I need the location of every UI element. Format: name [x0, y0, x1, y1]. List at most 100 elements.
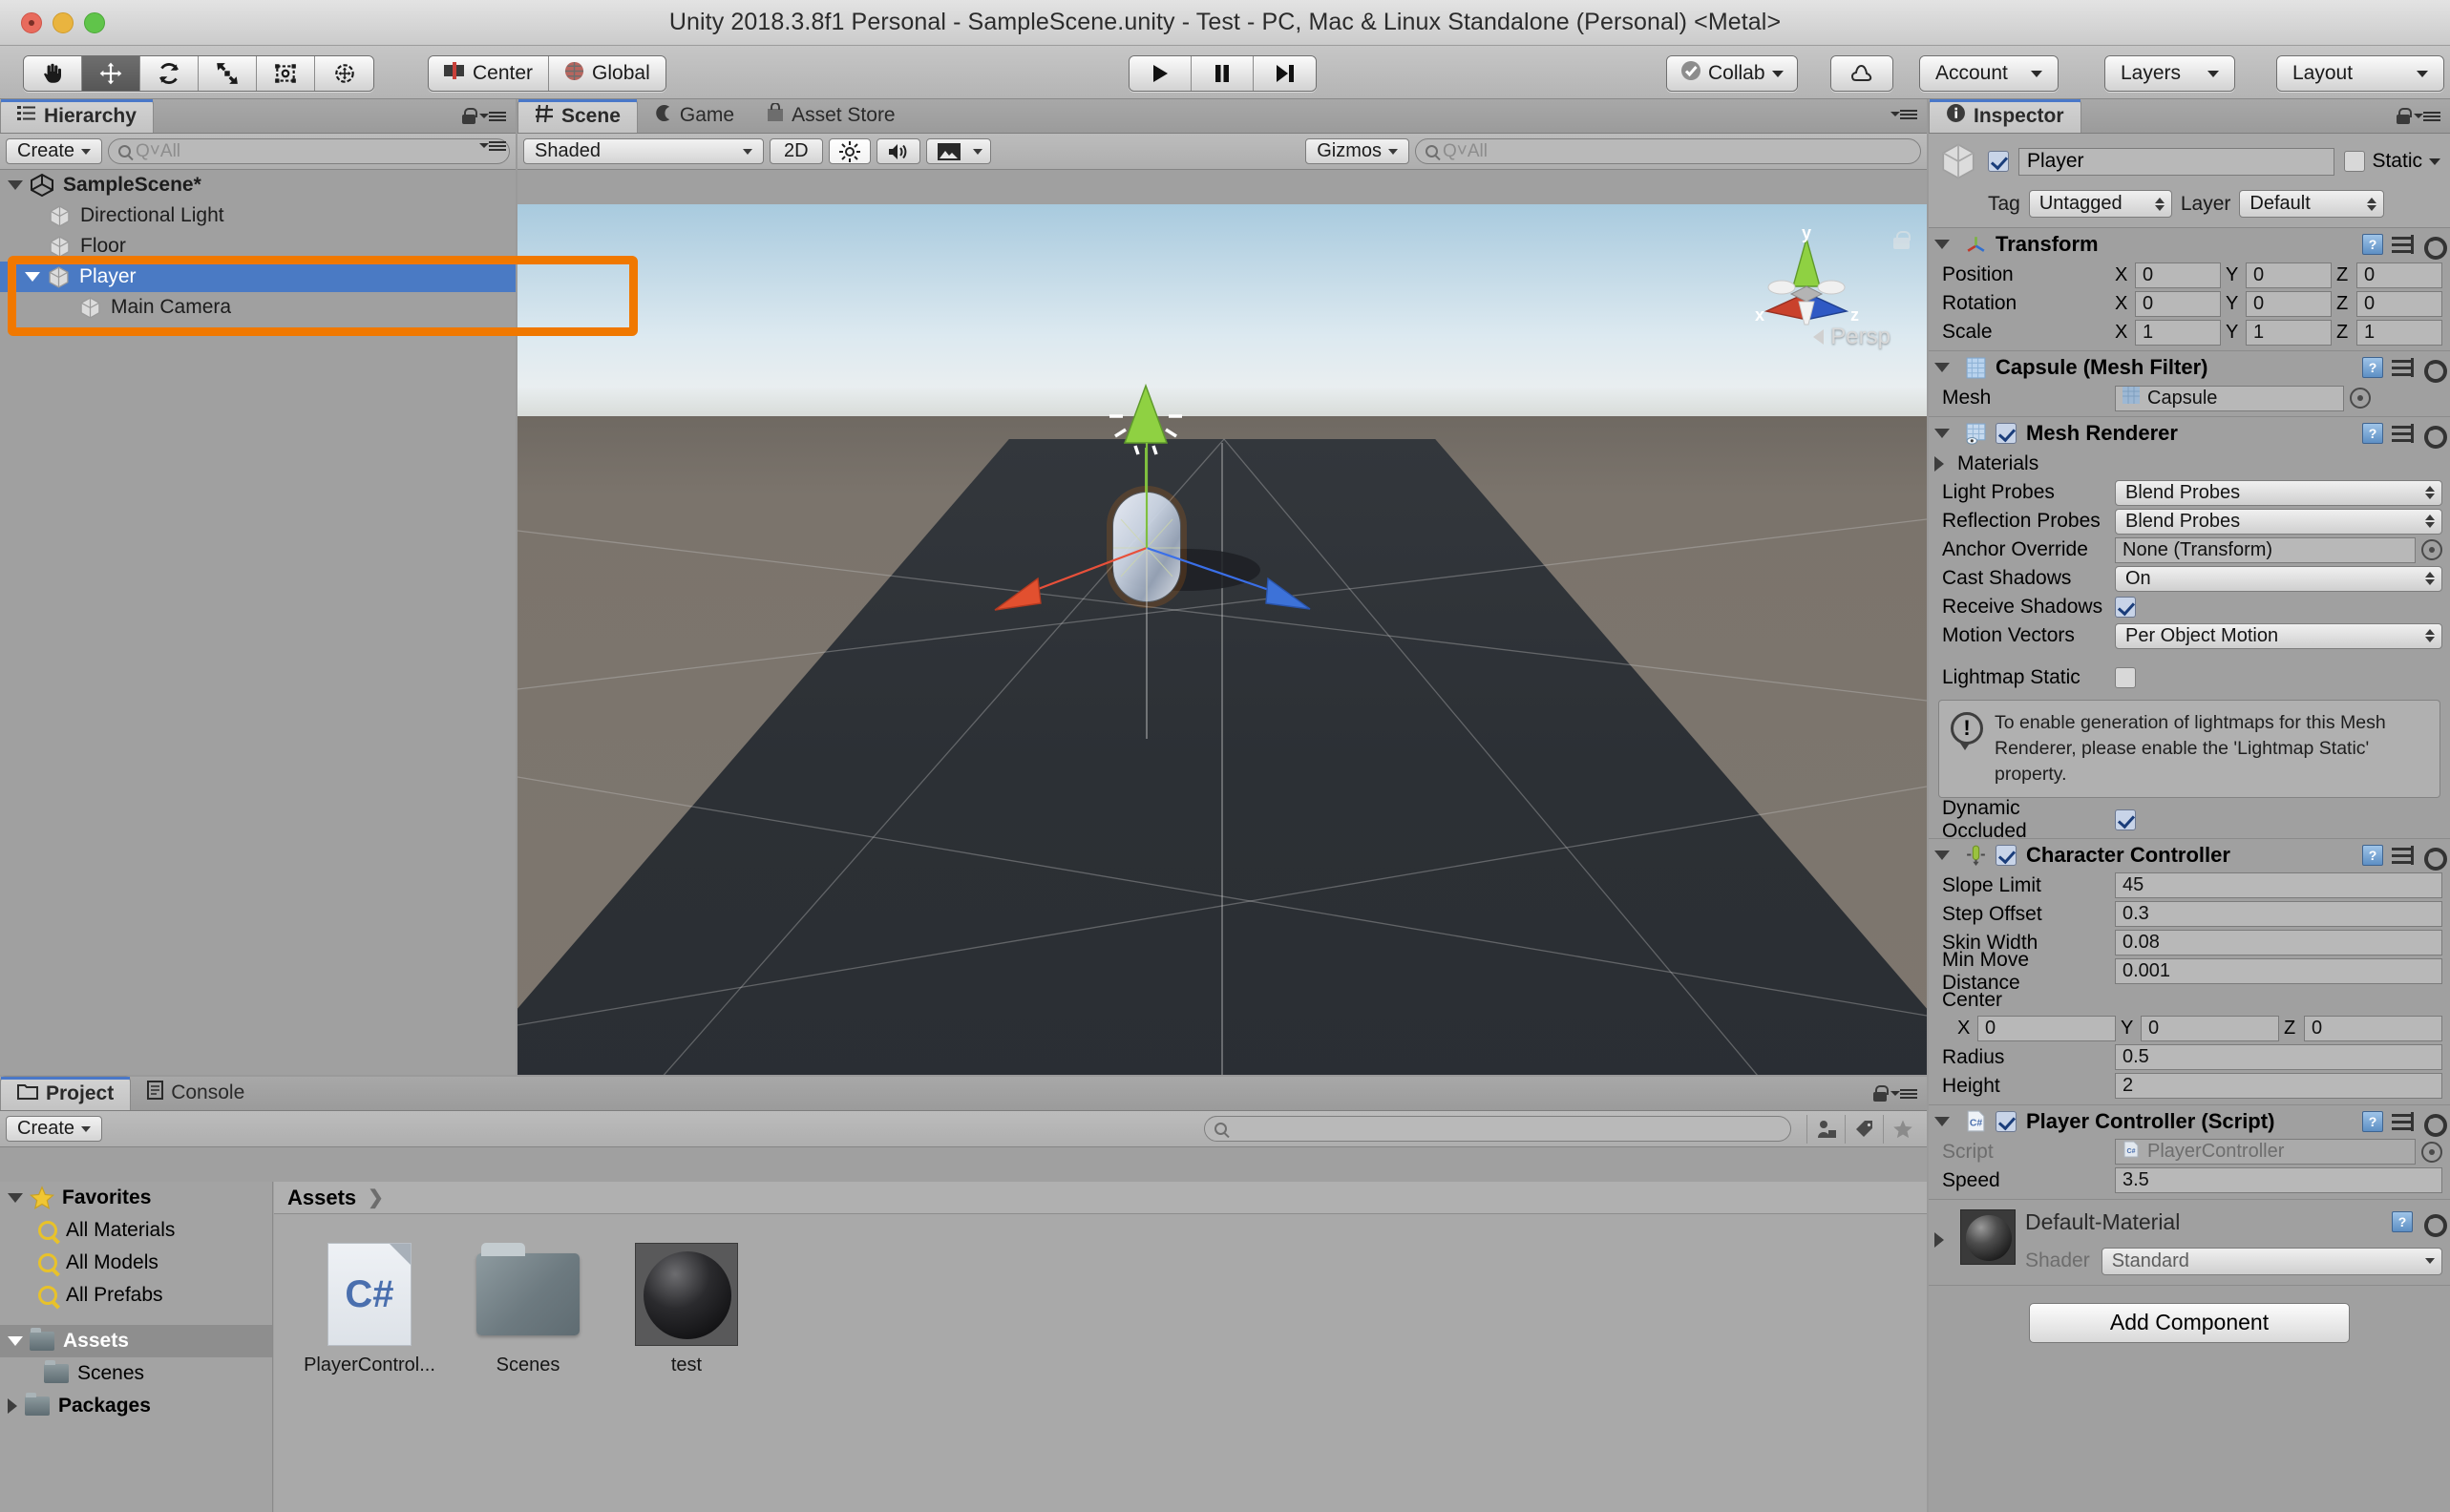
gear-icon[interactable] [2421, 357, 2447, 383]
preset-icon[interactable] [2392, 235, 2414, 254]
component-header[interactable]: Character Controller ? [1929, 839, 2450, 872]
hierarchy-item-player[interactable]: Player [0, 262, 516, 292]
scene-effects-toggle[interactable] [925, 138, 991, 164]
motion-vectors-dropdown[interactable]: Per Object Motion [2115, 622, 2442, 649]
object-picker-icon[interactable] [2421, 1141, 2442, 1163]
static-checkbox[interactable] [2344, 151, 2366, 172]
account-button[interactable]: Account [1920, 56, 2058, 91]
maximize-window-button[interactable] [84, 12, 105, 33]
selected-capsule-object[interactable] [517, 204, 1927, 1075]
scale-tool-button[interactable] [199, 56, 257, 91]
scene-gizmo-lock-icon[interactable] [1893, 231, 1911, 249]
object-picker-icon[interactable] [2421, 539, 2442, 560]
rotate-tool-button[interactable] [140, 56, 199, 91]
asset-item-playercontroller[interactable]: C# PlayerControl... [303, 1243, 436, 1376]
component-enabled-checkbox[interactable] [1996, 844, 2017, 866]
chevron-down-icon[interactable] [1934, 363, 1950, 372]
center-vector-row[interactable]: X 0 Y 0 Z 0 [1929, 1015, 2450, 1043]
layout-button[interactable]: Layout [2277, 56, 2443, 91]
transform-scale-row[interactable]: Scale X 1 Y 1 Z 1 [1929, 318, 2450, 346]
tag-dropdown[interactable]: Untagged [2028, 190, 2172, 218]
pause-button[interactable] [1192, 56, 1254, 91]
lock-icon[interactable] [462, 108, 477, 124]
scene-projection-label[interactable]: Persp [1813, 324, 1890, 350]
scene-row-menu[interactable] [479, 139, 506, 153]
tab-game[interactable]: Game [638, 98, 750, 133]
panel-menu-icon[interactable] [1890, 108, 1917, 121]
chevron-down-icon[interactable] [2429, 158, 2440, 165]
scale-z-input[interactable]: 1 [2356, 319, 2442, 346]
tab-console[interactable]: Console [131, 1076, 261, 1110]
object-picker-icon[interactable] [2350, 388, 2371, 409]
project-tree-all-models[interactable]: All Models [0, 1247, 272, 1279]
slope-limit-row[interactable]: Slope Limit 45 [1929, 872, 2450, 900]
gear-icon[interactable] [2421, 1211, 2447, 1238]
project-filter-tools[interactable] [1806, 1114, 1921, 1144]
mesh-row[interactable]: Mesh Capsule [1929, 384, 2450, 412]
pivot-mode-button[interactable]: Center [429, 56, 550, 91]
position-x-input[interactable]: 0 [2135, 262, 2221, 288]
gear-icon[interactable] [2421, 234, 2447, 260]
reflection-probes-dropdown[interactable]: Blend Probes [2115, 508, 2442, 535]
add-component-button[interactable]: Add Component [2029, 1302, 2350, 1343]
gear-icon[interactable] [2421, 845, 2447, 871]
cloud-button[interactable] [1831, 56, 1892, 91]
rect-tool-button[interactable] [257, 56, 315, 91]
center-y-input[interactable]: 0 [2141, 1016, 2279, 1042]
account-group[interactable]: Account [1919, 55, 2059, 92]
hierarchy-item-directional-light[interactable]: Directional Light [0, 200, 516, 231]
step-offset-input[interactable]: 0.3 [2115, 901, 2442, 928]
chevron-down-icon[interactable] [1934, 1116, 1950, 1126]
project-tree-scenes[interactable]: Scenes [0, 1357, 272, 1390]
radius-row[interactable]: Radius 0.5 [1929, 1043, 2450, 1072]
anchor-override-row[interactable]: Anchor Override None (Transform) [1929, 536, 2450, 564]
playback-controls-group[interactable] [1129, 55, 1317, 92]
chevron-down-icon[interactable] [8, 1193, 23, 1203]
layout-group[interactable]: Layout [2276, 55, 2444, 92]
rotation-z-input[interactable]: 0 [2356, 290, 2442, 317]
cast-shadows-dropdown[interactable]: On [2115, 565, 2442, 592]
collab-button[interactable]: Collab [1667, 56, 1797, 91]
hierarchy-item-floor[interactable]: Floor [0, 231, 516, 262]
scene-draw-mode-dropdown[interactable]: Shaded [523, 138, 764, 164]
component-header-icons[interactable]: ? [2362, 844, 2447, 871]
center-x-input[interactable]: 0 [1977, 1016, 2116, 1042]
gear-icon[interactable] [2421, 423, 2447, 449]
reflection-probes-row[interactable]: Reflection Probes Blend Probes [1929, 507, 2450, 536]
tab-project[interactable]: Project [0, 1076, 132, 1110]
motion-vectors-row[interactable]: Motion Vectors Per Object Motion [1929, 621, 2450, 650]
preset-icon[interactable] [2392, 424, 2414, 443]
asset-item-test[interactable]: test [620, 1243, 753, 1376]
shader-dropdown[interactable]: Standard [2101, 1247, 2442, 1275]
panel-menu-icon[interactable] [1890, 1087, 1917, 1101]
dynamic-occluded-row[interactable]: Dynamic Occluded [1929, 797, 2450, 842]
hierarchy-create-button[interactable]: Create [6, 138, 103, 164]
transform-rotation-row[interactable]: Rotation X 0 Y 0 Z 0 [1929, 289, 2450, 318]
asset-item-scenes[interactable]: Scenes [461, 1243, 595, 1376]
script-row[interactable]: Script C# PlayerController [1929, 1138, 2450, 1166]
dynamic-occluded-checkbox[interactable] [2115, 808, 2136, 830]
anchor-override-field[interactable]: None (Transform) [2115, 536, 2416, 563]
height-input[interactable]: 2 [2115, 1073, 2442, 1100]
space-mode-button[interactable]: Global [549, 56, 665, 91]
skin-width-input[interactable]: 0.08 [2115, 930, 2442, 956]
tab-inspector[interactable]: Inspector [1929, 98, 2081, 133]
panel-menu-icon[interactable] [479, 110, 506, 123]
project-search-input[interactable] [1204, 1116, 1791, 1142]
breadcrumb[interactable]: Assets ❯ [274, 1182, 1927, 1214]
preset-icon[interactable] [2392, 358, 2414, 377]
scene-2d-toggle[interactable]: 2D [770, 138, 823, 164]
pivot-space-group[interactable]: Center Global [428, 55, 666, 92]
services-group[interactable] [1830, 55, 1893, 92]
project-create-button[interactable]: Create [6, 1116, 103, 1142]
transform-position-row[interactable]: Position X 0 Y 0 Z 0 [1929, 261, 2450, 289]
chevron-right-icon[interactable] [8, 1398, 17, 1414]
material-header-icons[interactable]: ? [2392, 1211, 2447, 1238]
inspector-panel-menu[interactable] [2397, 108, 2440, 124]
min-move-distance-row[interactable]: Min Move Distance 0.001 [1929, 949, 2450, 994]
lock-icon[interactable] [2397, 108, 2412, 124]
project-tree-all-prefabs[interactable]: All Prefabs [0, 1279, 272, 1312]
component-header-icons[interactable]: ? [2362, 234, 2447, 260]
project-panel-menu[interactable] [1873, 1085, 1917, 1102]
transform-tool-button[interactable] [315, 56, 373, 91]
